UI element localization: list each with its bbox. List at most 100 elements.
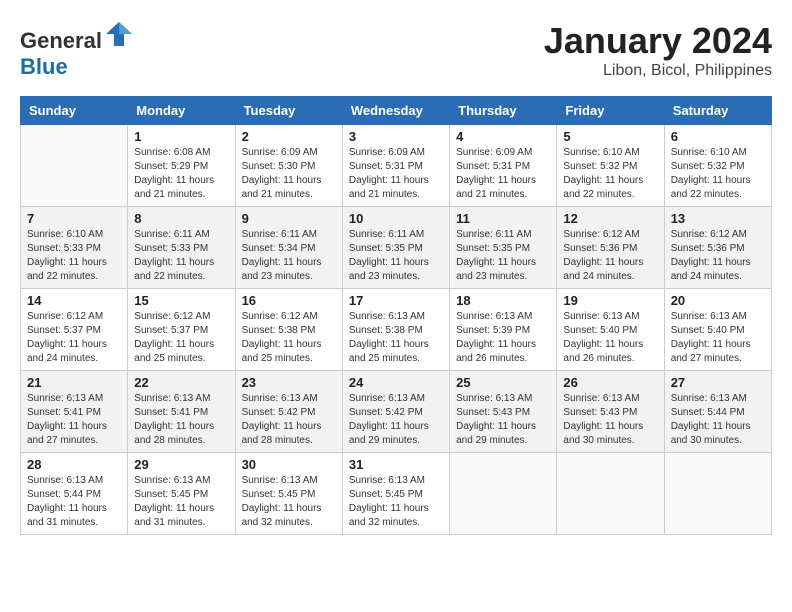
sunrise-text: Sunrise: 6:09 AM [456, 147, 532, 158]
daylight-text: Daylight: 11 hours and 22 minutes. [671, 175, 751, 200]
table-row: 1Sunrise: 6:08 AMSunset: 5:29 PMDaylight… [128, 125, 235, 207]
calendar-week-row: 21Sunrise: 6:13 AMSunset: 5:41 PMDayligh… [21, 371, 772, 453]
sunrise-text: Sunrise: 6:10 AM [671, 147, 747, 158]
daylight-text: Daylight: 11 hours and 24 minutes. [671, 257, 751, 282]
day-info: Sunrise: 6:13 AMSunset: 5:45 PMDaylight:… [242, 474, 336, 530]
calendar-week-row: 14Sunrise: 6:12 AMSunset: 5:37 PMDayligh… [21, 289, 772, 371]
sunset-text: Sunset: 5:29 PM [134, 161, 208, 172]
sunrise-text: Sunrise: 6:10 AM [563, 147, 639, 158]
day-number: 23 [242, 375, 336, 390]
sunrise-text: Sunrise: 6:11 AM [242, 229, 317, 240]
day-number: 30 [242, 457, 336, 472]
sunset-text: Sunset: 5:31 PM [349, 161, 423, 172]
day-info: Sunrise: 6:13 AMSunset: 5:39 PMDaylight:… [456, 310, 550, 366]
daylight-text: Daylight: 11 hours and 30 minutes. [671, 421, 751, 446]
table-row: 24Sunrise: 6:13 AMSunset: 5:42 PMDayligh… [342, 371, 449, 453]
daylight-text: Daylight: 11 hours and 22 minutes. [27, 257, 107, 282]
logo-text: General Blue [20, 20, 134, 80]
table-row: 13Sunrise: 6:12 AMSunset: 5:36 PMDayligh… [664, 207, 771, 289]
sunset-text: Sunset: 5:40 PM [671, 325, 745, 336]
day-number: 28 [27, 457, 121, 472]
table-row: 31Sunrise: 6:13 AMSunset: 5:45 PMDayligh… [342, 453, 449, 535]
logo-icon [104, 20, 134, 48]
table-row: 5Sunrise: 6:10 AMSunset: 5:32 PMDaylight… [557, 125, 664, 207]
sunset-text: Sunset: 5:45 PM [134, 489, 208, 500]
sunset-text: Sunset: 5:38 PM [349, 325, 423, 336]
table-row: 16 Sunrise: 6:12 AMSunset: 5:38 PMDayligh… [235, 289, 342, 371]
table-row: 26Sunrise: 6:13 AMSunset: 5:43 PMDayligh… [557, 371, 664, 453]
sunrise-text: Sunrise: 6:11 AM [349, 229, 424, 240]
table-row: 21Sunrise: 6:13 AMSunset: 5:41 PMDayligh… [21, 371, 128, 453]
daylight-text: Daylight: 11 hours and 26 minutes. [456, 339, 536, 364]
sunrise-text: Sunrise: 6:08 AM [134, 147, 210, 158]
sunset-text: Sunset: 5:32 PM [563, 161, 637, 172]
daylight-text: Daylight: 11 hours and 23 minutes. [456, 257, 536, 282]
location: Libon, Bicol, Philippines [544, 62, 772, 80]
day-number: 25 [456, 375, 550, 390]
col-monday: Monday [128, 97, 235, 125]
sunrise-text: Sunrise: 6:13 AM [563, 393, 639, 404]
sunset-text: Sunset: 5:42 PM [349, 407, 423, 418]
title-block: January 2024 Libon, Bicol, Philippines [544, 20, 772, 80]
sunrise-text: Sunrise: 6:12 AM [134, 311, 210, 322]
sunset-text: Sunset: 5:41 PM [134, 407, 208, 418]
sunset-text: Sunset: 5:43 PM [563, 407, 637, 418]
day-number: 10 [349, 211, 443, 226]
day-number: 8 [134, 211, 228, 226]
day-info: Sunrise: 6:13 AMSunset: 5:43 PMDaylight:… [456, 392, 550, 448]
calendar-table: Sunday Monday Tuesday Wednesday Thursday… [20, 96, 772, 535]
sunrise-text: Sunrise: 6:13 AM [242, 393, 318, 404]
day-info: Sunrise: 6:11 AMSunset: 5:35 PMDaylight:… [456, 228, 550, 284]
day-info: Sunrise: 6:13 AMSunset: 5:40 PMDaylight:… [563, 310, 657, 366]
sunrise-text: Sunrise: 6:13 AM [242, 475, 318, 486]
day-number: 6 [671, 129, 765, 144]
day-info: Sunrise: 6:10 AMSunset: 5:32 PMDaylight:… [671, 146, 765, 202]
calendar-header-row: Sunday Monday Tuesday Wednesday Thursday… [21, 97, 772, 125]
day-info: Sunrise: 6:12 AMSunset: 5:37 PMDaylight:… [27, 310, 121, 366]
table-row: 17Sunrise: 6:13 AMSunset: 5:38 PMDayligh… [342, 289, 449, 371]
day-info: Sunrise: 6:13 AMSunset: 5:41 PMDaylight:… [27, 392, 121, 448]
table-row: 29 Sunrise: 6:13 AMSunset: 5:45 PMDayligh… [128, 453, 235, 535]
daylight-text: Daylight: 11 hours and 22 minutes. [134, 257, 214, 282]
daylight-text: Daylight: 11 hours and 25 minutes. [349, 339, 429, 364]
daylight-text: Daylight: 11 hours and 25 minutes. [134, 339, 214, 364]
sunset-text: Sunset: 5:35 PM [349, 243, 423, 254]
table-row: 22Sunrise: 6:13 AMSunset: 5:41 PMDayligh… [128, 371, 235, 453]
sunset-text: Sunset: 5:40 PM [563, 325, 637, 336]
day-info: Sunrise: 6:13 AMSunset: 5:45 PMDaylight:… [134, 474, 228, 530]
sunrise-text: Sunrise: 6:13 AM [456, 311, 532, 322]
daylight-text: Daylight: 11 hours and 21 minutes. [349, 175, 429, 200]
page-header: General Blue January 2024 Libon, Bicol, … [20, 20, 772, 80]
daylight-text: Daylight: 11 hours and 31 minutes. [134, 503, 214, 528]
day-number: 16 [242, 293, 336, 308]
day-info: Sunrise: 6:10 AM Sunset: 5:33 PM Daylight:… [27, 228, 121, 284]
table-row: 20Sunrise: 6:13 AMSunset: 5:40 PMDayligh… [664, 289, 771, 371]
sunrise-text: Sunrise: 6:13 AM [456, 393, 532, 404]
sunset-text: Sunset: 5:41 PM [27, 407, 101, 418]
sunrise-text: Sunrise: 6:13 AM [349, 311, 425, 322]
sunset-text: Sunset: 5:33 PM [27, 243, 101, 254]
table-row: 8Sunrise: 6:11 AMSunset: 5:33 PMDaylight… [128, 207, 235, 289]
table-row: 14Sunrise: 6:12 AMSunset: 5:37 PMDayligh… [21, 289, 128, 371]
day-number: 19 [563, 293, 657, 308]
day-info: Sunrise: 6:13 AMSunset: 5:40 PMDaylight:… [671, 310, 765, 366]
daylight-text: Daylight: 11 hours and 21 minutes. [456, 175, 536, 200]
table-row: 28Sunrise: 6:13 AMSunset: 5:44 PMDayligh… [21, 453, 128, 535]
logo-general: General [20, 28, 102, 53]
sunrise-text: Sunrise: 6:09 AM [242, 147, 318, 158]
sunset-text: Sunset: 5:43 PM [456, 407, 530, 418]
table-row: 6 Sunrise: 6:10 AMSunset: 5:32 PMDaylight… [664, 125, 771, 207]
sunset-text: Sunset: 5:44 PM [27, 489, 101, 500]
sunrise-text: Sunrise: 6:13 AM [27, 475, 103, 486]
day-number: 29 [134, 457, 228, 472]
table-row: 2Sunrise: 6:09 AMSunset: 5:30 PMDaylight… [235, 125, 342, 207]
sunset-text: Sunset: 5:33 PM [134, 243, 208, 254]
day-info: Sunrise: 6:12 AMSunset: 5:38 PMDaylight:… [242, 310, 336, 366]
table-row: 18Sunrise: 6:13 AMSunset: 5:39 PMDayligh… [450, 289, 557, 371]
daylight-text: Daylight: 11 hours and 21 minutes. [134, 175, 214, 200]
day-info: Sunrise: 6:12 AMSunset: 5:37 PMDaylight:… [134, 310, 228, 366]
day-info: Sunrise: 6:12 AMSunset: 5:36 PMDaylight:… [563, 228, 657, 284]
table-row [557, 453, 664, 535]
sunrise-text: Sunrise: 6:10 AM [27, 229, 103, 240]
sunrise-text: Sunrise: 6:13 AM [349, 393, 425, 404]
